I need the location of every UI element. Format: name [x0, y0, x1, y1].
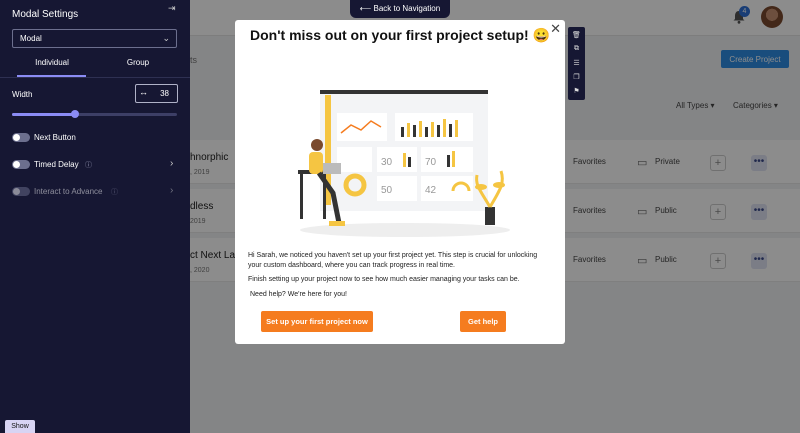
width-input[interactable]: ↔ 38 — [135, 84, 178, 103]
modal-dialog: ✕ Don't miss out on your first project s… — [235, 20, 565, 344]
active-tab-indicator — [17, 75, 86, 77]
next-button-toggle[interactable] — [12, 133, 30, 142]
type-select-value: Modal — [20, 34, 42, 43]
collapse-panel-icon[interactable]: ⇥ — [168, 3, 176, 14]
copy-icon[interactable]: ⧉ — [568, 45, 585, 53]
width-slider-fill — [12, 113, 75, 116]
chevron-right-icon[interactable]: › — [170, 158, 173, 169]
width-slider[interactable] — [12, 110, 177, 118]
chevron-down-icon: ⌄ — [162, 33, 170, 43]
illustration-number: 42 — [425, 185, 437, 196]
settings-panel: Modal Settings ⇥ Modal ⌄ Individual Grou… — [0, 0, 190, 433]
arrow-left-icon: ⟵ — [359, 4, 372, 13]
illustration-number: 70 — [425, 157, 437, 168]
back-to-navigation-button[interactable]: ⟵ Back to Navigation — [350, 0, 450, 18]
bookmark-icon[interactable]: ⚑ — [568, 87, 585, 95]
width-slider-thumb[interactable] — [70, 110, 79, 118]
tabs-divider — [0, 77, 190, 78]
tab-group[interactable]: Group — [98, 58, 178, 67]
chevron-right-icon: › — [170, 185, 174, 196]
panel-title: Modal Settings — [12, 9, 79, 20]
dashboard-illustration: 30 70 50 42 — [298, 90, 510, 237]
duplicate-icon[interactable]: ❐ — [568, 73, 585, 81]
toggle-label: Next Button — [34, 133, 76, 142]
modal-paragraph: Hi Sarah, we noticed you haven't set up … — [248, 252, 538, 269]
toggle-label: Interact to Advance — [34, 187, 103, 196]
toggle-label: Timed Delay — [34, 160, 79, 169]
illustration-number: 30 — [381, 157, 393, 168]
info-icon[interactable]: ⓘ — [85, 160, 92, 170]
modal-paragraph: Finish setting up your project now to se… — [248, 276, 520, 283]
width-value: 38 — [160, 89, 169, 98]
interact-to-advance-toggle — [12, 187, 30, 196]
trash-icon[interactable]: 🗑 — [568, 31, 585, 39]
tab-individual[interactable]: Individual — [12, 58, 92, 67]
width-label: Width — [12, 90, 33, 99]
illustration-number: 50 — [381, 185, 393, 196]
resize-horizontal-icon: ↔ — [139, 87, 148, 97]
info-icon[interactable]: ⓘ — [111, 187, 118, 197]
modal-paragraph: Need help? We're here for you! — [250, 291, 347, 298]
modal-title: Don't miss out on your first project set… — [250, 27, 550, 43]
sliders-icon[interactable]: ☰ — [568, 59, 585, 67]
setup-project-button[interactable]: Set up your first project now — [261, 311, 373, 332]
timed-delay-toggle[interactable] — [12, 160, 30, 169]
type-select[interactable]: Modal ⌄ — [12, 29, 177, 48]
get-help-button[interactable]: Get help — [460, 311, 506, 332]
element-toolbar: 🗑 ⧉ ☰ ❐ ⚑ — [568, 27, 585, 100]
back-to-navigation-label: Back to Navigation — [373, 4, 441, 13]
show-button[interactable]: Show — [5, 420, 35, 433]
